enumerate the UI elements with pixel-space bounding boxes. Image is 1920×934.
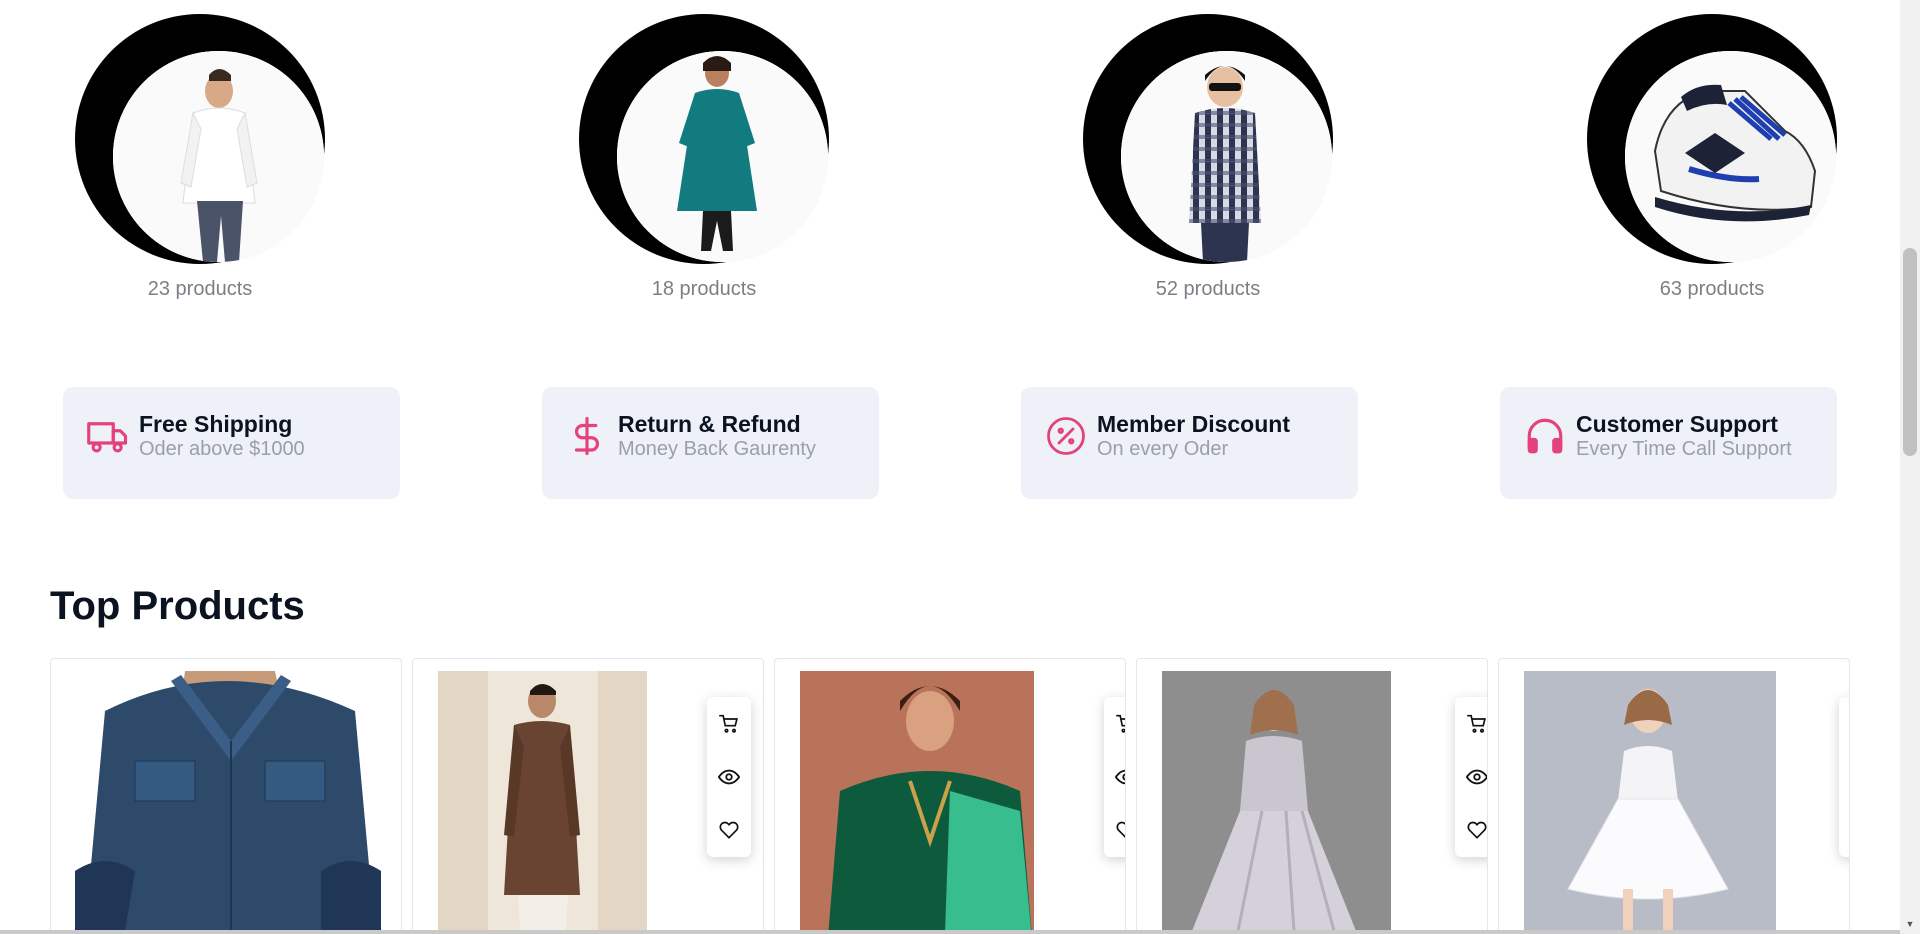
quick-view-button[interactable] bbox=[707, 750, 751, 803]
category-image bbox=[113, 51, 324, 262]
product-card[interactable] bbox=[1136, 658, 1488, 934]
product-card[interactable] bbox=[412, 658, 764, 934]
man-in-white-shirt-image bbox=[113, 51, 324, 262]
category-women[interactable]: 18 products bbox=[578, 14, 830, 301]
boy-in-checked-shirt-image bbox=[1121, 51, 1332, 262]
category-count: 52 products bbox=[1155, 278, 1261, 300]
brown-kurta-image bbox=[438, 671, 647, 934]
product-actions bbox=[1455, 697, 1487, 857]
feature-title: Return & Refund bbox=[618, 411, 801, 437]
category-image bbox=[1625, 51, 1836, 262]
heart-icon bbox=[1467, 821, 1487, 839]
add-to-cart-button[interactable] bbox=[707, 697, 751, 750]
category-count: 63 products bbox=[1659, 278, 1765, 300]
feature-title: Free Shipping bbox=[139, 411, 293, 437]
feature-title: Member Discount bbox=[1097, 411, 1290, 437]
category-count: 18 products bbox=[651, 278, 757, 300]
category-ring bbox=[75, 14, 325, 264]
category-count: 23 products bbox=[147, 278, 253, 300]
feature-subtitle: Money Back Gaurenty bbox=[618, 438, 816, 460]
cart-icon bbox=[719, 714, 738, 733]
product-actions bbox=[1104, 697, 1125, 857]
white-basketball-shoe-image bbox=[1625, 51, 1836, 262]
wishlist-button[interactable] bbox=[707, 803, 751, 856]
wishlist-button[interactable] bbox=[1104, 803, 1125, 856]
product-image[interactable] bbox=[1524, 671, 1776, 934]
category-ring bbox=[1587, 14, 1837, 264]
product-card[interactable] bbox=[1498, 658, 1850, 934]
feature-member-discount: Member Discount On every Oder bbox=[1021, 387, 1358, 499]
category-men[interactable]: 23 products bbox=[74, 14, 326, 301]
quick-view-button[interactable] bbox=[1455, 750, 1487, 803]
category-ring bbox=[1083, 14, 1333, 264]
wishlist-button[interactable] bbox=[1455, 803, 1487, 856]
product-card[interactable] bbox=[774, 658, 1126, 934]
add-to-cart-button[interactable] bbox=[1455, 697, 1487, 750]
percent-icon bbox=[1047, 417, 1085, 455]
eye-icon bbox=[1115, 769, 1125, 784]
product-image[interactable] bbox=[75, 671, 381, 934]
product-actions bbox=[707, 697, 751, 857]
wishlist-button[interactable] bbox=[1839, 803, 1849, 856]
scroll-down-arrow-icon[interactable]: ▼ bbox=[1900, 914, 1920, 934]
dollar-icon bbox=[574, 416, 600, 456]
heart-icon bbox=[1116, 821, 1125, 838]
feature-customer-support: Customer Support Every Time Call Support bbox=[1500, 387, 1837, 499]
grey-dress-image bbox=[1162, 671, 1391, 934]
quick-view-button[interactable] bbox=[1839, 750, 1849, 803]
feature-subtitle: Oder above $1000 bbox=[139, 438, 305, 460]
category-kids[interactable]: 52 products bbox=[1082, 14, 1334, 301]
heart-icon bbox=[719, 821, 739, 839]
denim-shirt-image bbox=[75, 671, 381, 934]
feature-free-shipping: Free Shipping Oder above $1000 bbox=[63, 387, 400, 499]
horizontal-scrollbar[interactable] bbox=[0, 930, 1900, 934]
page: 23 products 18 products 52 products 63 p… bbox=[0, 0, 1900, 934]
section-title: Top Products bbox=[50, 584, 305, 628]
feature-subtitle: Every Time Call Support bbox=[1576, 438, 1792, 460]
category-ring bbox=[579, 14, 829, 264]
feature-title: Customer Support bbox=[1576, 411, 1778, 437]
eye-icon bbox=[1466, 769, 1487, 784]
feature-return-refund: Return & Refund Money Back Gaurenty bbox=[542, 387, 879, 499]
eye-icon bbox=[718, 769, 740, 784]
product-image[interactable] bbox=[800, 671, 1034, 934]
product-image[interactable] bbox=[438, 671, 647, 934]
add-to-cart-button[interactable] bbox=[1104, 697, 1125, 750]
woman-in-teal-kurti-image bbox=[617, 51, 828, 262]
category-image bbox=[1121, 51, 1332, 262]
product-actions bbox=[1839, 697, 1849, 857]
white-girl-dress-image bbox=[1524, 671, 1776, 934]
quick-view-button[interactable] bbox=[1104, 750, 1125, 803]
cart-icon bbox=[1116, 714, 1125, 733]
category-shoes[interactable]: 63 products bbox=[1586, 14, 1838, 301]
add-to-cart-button[interactable] bbox=[1839, 697, 1849, 750]
product-image[interactable] bbox=[1162, 671, 1391, 934]
headphones-icon bbox=[1527, 418, 1563, 454]
truck-icon bbox=[87, 422, 128, 453]
product-card[interactable] bbox=[50, 658, 402, 934]
cart-icon bbox=[1467, 714, 1486, 733]
scrollbar-thumb[interactable] bbox=[1903, 248, 1917, 456]
feature-subtitle: On every Oder bbox=[1097, 438, 1229, 460]
category-image bbox=[617, 51, 828, 262]
vertical-scrollbar[interactable]: ▼ bbox=[1900, 0, 1920, 934]
green-salwar-suit-image bbox=[800, 671, 1034, 934]
